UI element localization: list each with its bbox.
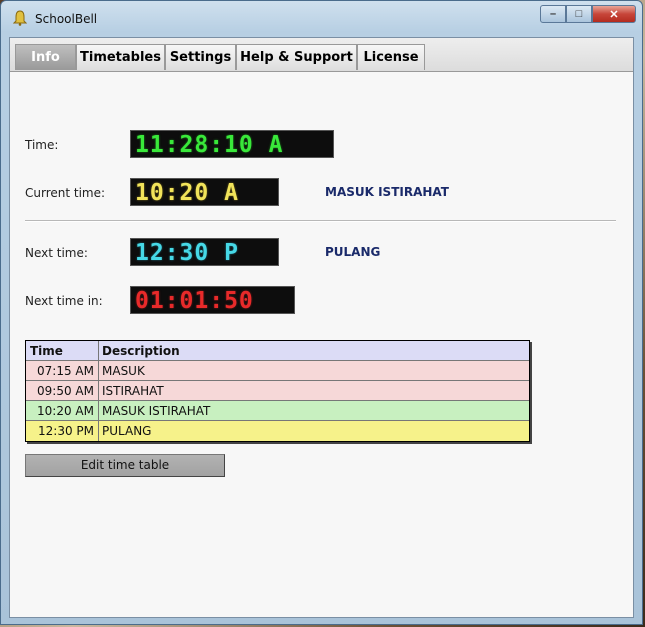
edit-time-table-button[interactable]: Edit time table bbox=[25, 454, 225, 477]
table-row[interactable]: 09:50 AM ISTIRAHAT bbox=[26, 381, 529, 401]
time-display: 11:28:10 A bbox=[130, 130, 334, 158]
next-time-display: 12:30 P bbox=[130, 238, 279, 266]
current-time-label: Current time: bbox=[25, 186, 106, 200]
tab-info[interactable]: Info bbox=[15, 44, 76, 70]
row-description: PULANG bbox=[102, 424, 152, 438]
close-icon: ✕ bbox=[609, 8, 619, 21]
minimize-icon: – bbox=[549, 8, 557, 20]
minimize-button[interactable]: – bbox=[540, 5, 566, 23]
next-time-description: PULANG bbox=[325, 245, 381, 259]
maximize-button[interactable]: □ bbox=[566, 5, 592, 23]
tab-settings[interactable]: Settings bbox=[165, 44, 236, 70]
time-label: Time: bbox=[25, 138, 59, 152]
timetable: Time Description 07:15 AM MASUK 09:50 AM… bbox=[25, 340, 530, 442]
table-row[interactable]: 10:20 AM MASUK ISTIRAHAT bbox=[26, 401, 529, 421]
row-time: 09:50 AM bbox=[26, 381, 99, 400]
row-description: MASUK ISTIRAHAT bbox=[102, 403, 211, 418]
tab-timetables[interactable]: Timetables bbox=[76, 44, 165, 70]
next-time-label: Next time: bbox=[25, 246, 88, 260]
tab-help-support[interactable]: Help & Support bbox=[236, 44, 357, 70]
tab-bar: Info Timetables Settings Help & Support … bbox=[10, 38, 633, 72]
bell-icon bbox=[13, 10, 27, 26]
tab-license[interactable]: License bbox=[357, 44, 425, 70]
window-title: SchoolBell bbox=[35, 12, 98, 26]
current-time-display: 10:20 A bbox=[130, 178, 279, 206]
next-time-in-label: Next time in: bbox=[25, 294, 103, 308]
table-row[interactable]: 07:15 AM MASUK bbox=[26, 361, 529, 381]
caption-buttons: – □ ✕ bbox=[540, 5, 636, 23]
separator bbox=[25, 220, 616, 222]
table-row[interactable]: 12:30 PM PULANG bbox=[26, 421, 529, 441]
app-window: SchoolBell – □ ✕ Info Timetables Setting… bbox=[0, 0, 643, 625]
row-time: 07:15 AM bbox=[26, 361, 99, 380]
row-description: ISTIRAHAT bbox=[102, 383, 164, 398]
next-time-in-display: 01:01:50 bbox=[130, 286, 295, 314]
title-bar[interactable]: SchoolBell – □ ✕ bbox=[1, 1, 642, 37]
row-description: MASUK bbox=[102, 363, 145, 378]
current-time-description: MASUK ISTIRAHAT bbox=[325, 185, 449, 199]
row-time: 12:30 PM bbox=[26, 421, 99, 441]
header-description: Description bbox=[102, 343, 180, 358]
close-button[interactable]: ✕ bbox=[592, 5, 636, 23]
client-area: Info Timetables Settings Help & Support … bbox=[9, 37, 634, 618]
header-time: Time bbox=[26, 341, 99, 360]
maximize-icon: □ bbox=[575, 8, 583, 20]
table-header: Time Description bbox=[26, 341, 529, 361]
row-time: 10:20 AM bbox=[26, 401, 99, 420]
